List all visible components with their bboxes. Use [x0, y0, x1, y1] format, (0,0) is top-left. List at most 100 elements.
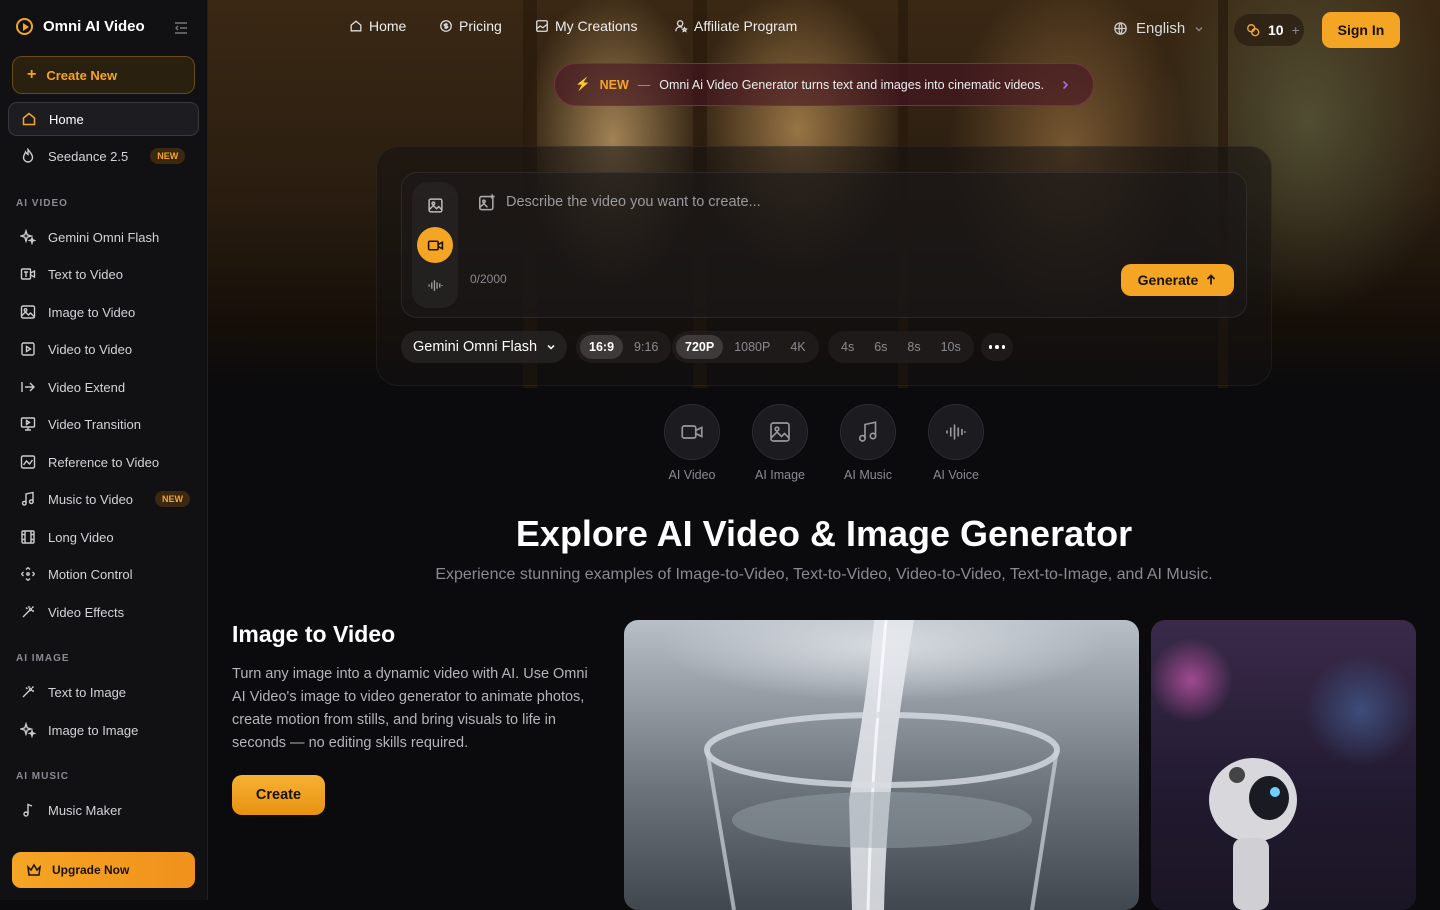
credits-badge[interactable]: 10 + — [1234, 14, 1304, 46]
video-camera-icon — [681, 425, 703, 439]
sidebar-item-image-to-image[interactable]: Image to Image — [8, 713, 199, 747]
sidebar-item-text-to-video[interactable]: Text to Video — [8, 257, 199, 291]
sparkles-icon — [20, 229, 36, 245]
category-label: AI Image — [754, 468, 806, 482]
sidebar-item-label: Video Extend — [48, 379, 126, 395]
nav-label: Home — [369, 18, 407, 34]
plus-icon: + — [27, 66, 37, 83]
play-logo-icon — [16, 18, 33, 35]
feature-description: Turn any image into a dynamic video with… — [232, 666, 588, 751]
water-glass-image — [704, 620, 1060, 910]
sidebar-item-video-effects[interactable]: Video Effects — [8, 595, 199, 629]
robot-image — [1209, 758, 1297, 910]
generate-button[interactable]: Generate — [1121, 264, 1234, 296]
sidebar: Omni AI Video + Create New Home Seedance… — [0, 0, 208, 900]
wand-icon — [22, 606, 34, 618]
lightning-icon: ⚡ — [575, 77, 591, 91]
sidebar-item-label: Seedance 2.5 — [48, 148, 129, 164]
section-ai-image: AI IMAGE — [16, 653, 70, 664]
duration-4s[interactable]: 4s — [832, 335, 863, 359]
sidebar-item-seedance[interactable]: Seedance 2.5 NEW — [8, 139, 199, 173]
sidebar-item-text-to-image[interactable]: Text to Image — [8, 675, 199, 709]
sidebar-item-image-to-video[interactable]: Image to Video — [8, 295, 199, 329]
announcement-banner[interactable]: ⚡ NEW — Omni Ai Video Generator turns te… — [554, 63, 1094, 106]
aspect-16-9[interactable]: 16:9 — [580, 335, 624, 359]
sidebar-item-label: Gemini Omni Flash — [48, 229, 160, 245]
duration-group: 4s 6s 8s 10s — [828, 331, 974, 363]
sidebar-item-label: Music to Video — [48, 491, 134, 507]
create-new-button[interactable]: + Create New — [12, 56, 195, 94]
prompt-input[interactable]: Describe the video you want to create... — [506, 194, 761, 210]
image-add-icon[interactable] — [478, 193, 497, 212]
duration-6s[interactable]: 6s — [865, 335, 896, 359]
language-label: English — [1136, 20, 1186, 37]
sign-in-button[interactable]: Sign In — [1322, 12, 1400, 48]
sidebar-item-label: Video Transition — [48, 416, 141, 432]
example-video-robot[interactable] — [1151, 620, 1416, 910]
chart-image-icon — [20, 455, 36, 469]
home-icon — [22, 112, 36, 126]
nav-pricing[interactable]: Pricing — [439, 18, 502, 34]
flame-icon — [22, 148, 34, 163]
duration-8s[interactable]: 8s — [898, 335, 929, 359]
model-label: Gemini Omni Flash — [413, 339, 538, 355]
nav-label: Pricing — [459, 18, 502, 34]
resolution-1080p[interactable]: 1080P — [725, 335, 779, 359]
sparkles-icon — [20, 722, 36, 738]
chevron-down-icon — [547, 344, 555, 350]
audio-mode-button[interactable] — [417, 267, 453, 303]
sidebar-item-video-transition[interactable]: Video Transition — [8, 407, 199, 441]
category-label: AI Music — [844, 468, 892, 482]
sidebar-collapse-icon[interactable] — [173, 20, 189, 36]
film-icon — [21, 530, 35, 544]
example-video-water-glass[interactable] — [624, 620, 1139, 910]
section-ai-music: AI MUSIC — [16, 771, 69, 782]
sidebar-item-reference-to-video[interactable]: Reference to Video — [8, 445, 199, 479]
create-button[interactable]: Create — [232, 775, 325, 815]
text-video-icon — [20, 268, 36, 280]
character-counter: 0/2000 — [470, 272, 507, 286]
sidebar-item-motion-control[interactable]: Motion Control — [8, 557, 199, 591]
sidebar-item-label: Music Maker — [48, 802, 122, 818]
sidebar-item-label: Text to Image — [48, 684, 127, 700]
nav-home[interactable]: Home — [349, 18, 406, 34]
nav-my-creations[interactable]: My Creations — [535, 18, 637, 34]
duration-10s[interactable]: 10s — [932, 335, 970, 359]
more-options-button[interactable] — [981, 333, 1013, 361]
sidebar-item-music-maker[interactable]: Music Maker — [8, 793, 199, 827]
resolution-720p[interactable]: 720P — [676, 335, 724, 359]
brand[interactable]: Omni AI Video — [16, 18, 145, 35]
language-selector[interactable]: English — [1113, 20, 1205, 37]
arrow-up-icon — [1207, 274, 1216, 285]
category-ai-voice[interactable]: AI Voice — [928, 404, 984, 482]
sidebar-item-label: Reference to Video — [48, 454, 160, 470]
chevron-right-icon — [1062, 80, 1069, 89]
generate-label: Generate — [1137, 272, 1199, 288]
sidebar-item-home[interactable]: Home — [8, 102, 199, 136]
aspect-9-16[interactable]: 9:16 — [625, 335, 667, 359]
image-mode-button[interactable] — [417, 187, 453, 223]
resolution-4k[interactable]: 4K — [781, 335, 814, 359]
sidebar-item-label: Motion Control — [48, 566, 133, 582]
music-note-icon — [858, 421, 877, 442]
sidebar-item-music-to-video[interactable]: Music to Video NEW — [8, 482, 199, 516]
sidebar-item-video-to-video[interactable]: Video to Video — [8, 332, 199, 366]
sidebar-item-label: Home — [49, 111, 84, 127]
upgrade-button[interactable]: Upgrade Now — [12, 852, 195, 888]
sidebar-item-label: Image to Image — [48, 722, 139, 738]
category-ai-video[interactable]: AI Video — [664, 404, 720, 482]
announcement-separator: — — [637, 77, 651, 92]
category-label: AI Video — [668, 468, 716, 482]
video-mode-button[interactable] — [417, 227, 453, 263]
plus-icon[interactable]: + — [1292, 22, 1300, 38]
category-ai-music[interactable]: AI Music — [840, 404, 896, 482]
category-ai-image[interactable]: AI Image — [752, 404, 808, 482]
play-square-icon — [21, 342, 35, 356]
sidebar-item-long-video[interactable]: Long Video — [8, 520, 199, 554]
model-selector[interactable]: Gemini Omni Flash — [401, 331, 567, 363]
sidebar-item-gemini-omni-flash[interactable]: Gemini Omni Flash — [8, 220, 199, 254]
nav-affiliate-program[interactable]: Affiliate Program — [674, 18, 797, 34]
user-star-icon — [675, 20, 688, 33]
brand-name: Omni AI Video — [43, 18, 145, 35]
sidebar-item-video-extend[interactable]: Video Extend — [8, 370, 199, 404]
